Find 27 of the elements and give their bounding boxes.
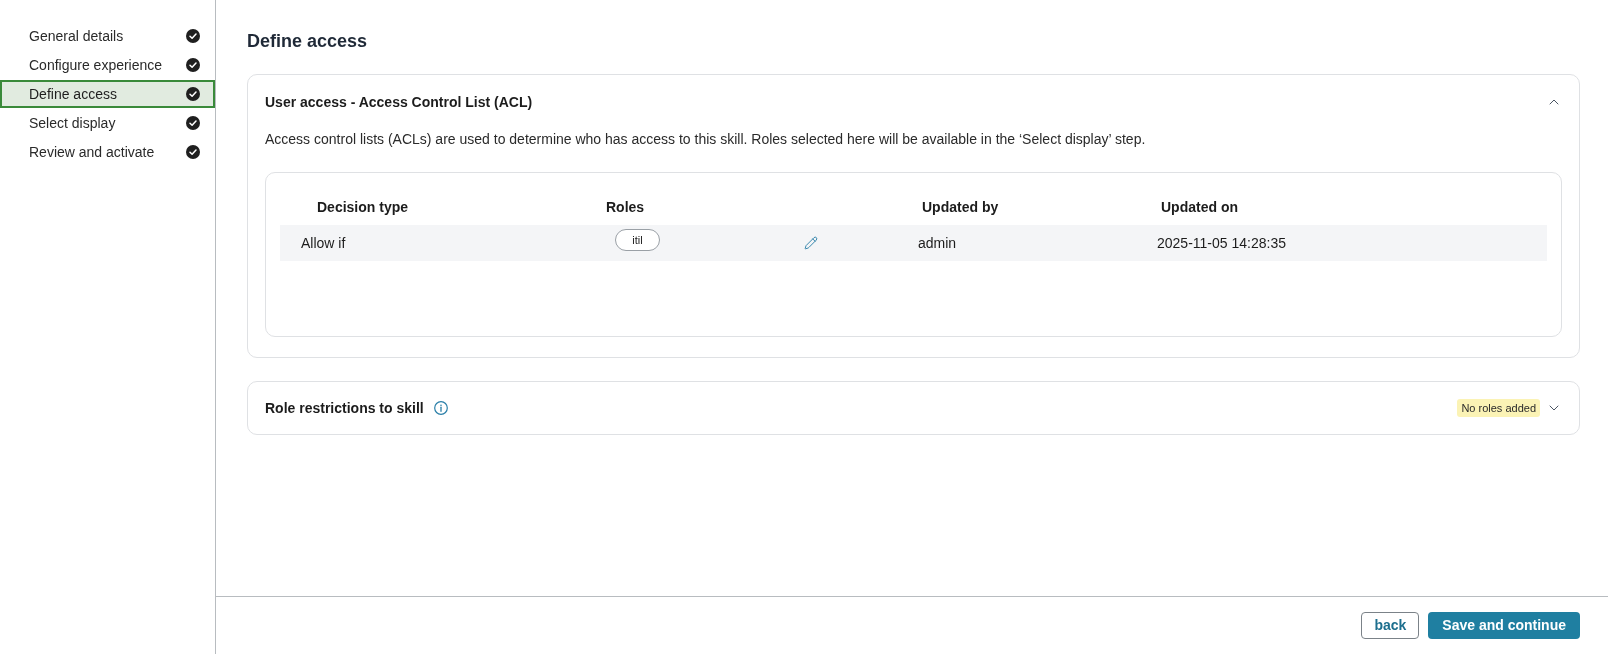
step-label: General details bbox=[29, 26, 124, 46]
step-label: Review and activate bbox=[29, 142, 155, 162]
table-cell-text: Allow if bbox=[300, 233, 347, 253]
save-button[interactable]: Save and continue bbox=[1428, 612, 1580, 639]
column-header: Updated on bbox=[1160, 197, 1239, 217]
column-header: Updated by bbox=[921, 197, 1000, 217]
step-item[interactable]: Review and activate bbox=[0, 138, 215, 166]
page-title: Define access bbox=[247, 30, 369, 53]
step-item[interactable]: Define access bbox=[0, 80, 215, 108]
step-label: Select display bbox=[29, 113, 116, 133]
section-description: Access control lists (ACLs) are used to determine who has access to this skill. Roles selected here will be available in the ‘Select display’ step. bbox=[265, 130, 1147, 149]
status-badge: No roles added bbox=[1457, 398, 1540, 418]
step-label: Configure experience bbox=[29, 55, 163, 75]
step-item[interactable]: Select display bbox=[0, 109, 215, 137]
back-button[interactable]: back bbox=[1361, 612, 1420, 639]
table-cell-text: admin bbox=[917, 233, 958, 253]
column-header: Roles bbox=[605, 197, 646, 217]
table-cell-text: 2025-11-05 14:28:35 bbox=[1156, 233, 1287, 253]
section-title: User access - Access Control List (ACL) bbox=[265, 92, 533, 112]
step-label: Define access bbox=[29, 84, 117, 104]
pencil-icon[interactable] bbox=[804, 236, 818, 250]
column-header: Decision type bbox=[316, 197, 410, 217]
section-title: Role restrictions to skill bbox=[265, 398, 424, 418]
step-item[interactable]: Configure experience bbox=[0, 51, 215, 79]
info-icon[interactable] bbox=[433, 401, 448, 415]
step-item[interactable]: General details bbox=[0, 22, 215, 50]
role-tag: itil bbox=[615, 229, 660, 251]
